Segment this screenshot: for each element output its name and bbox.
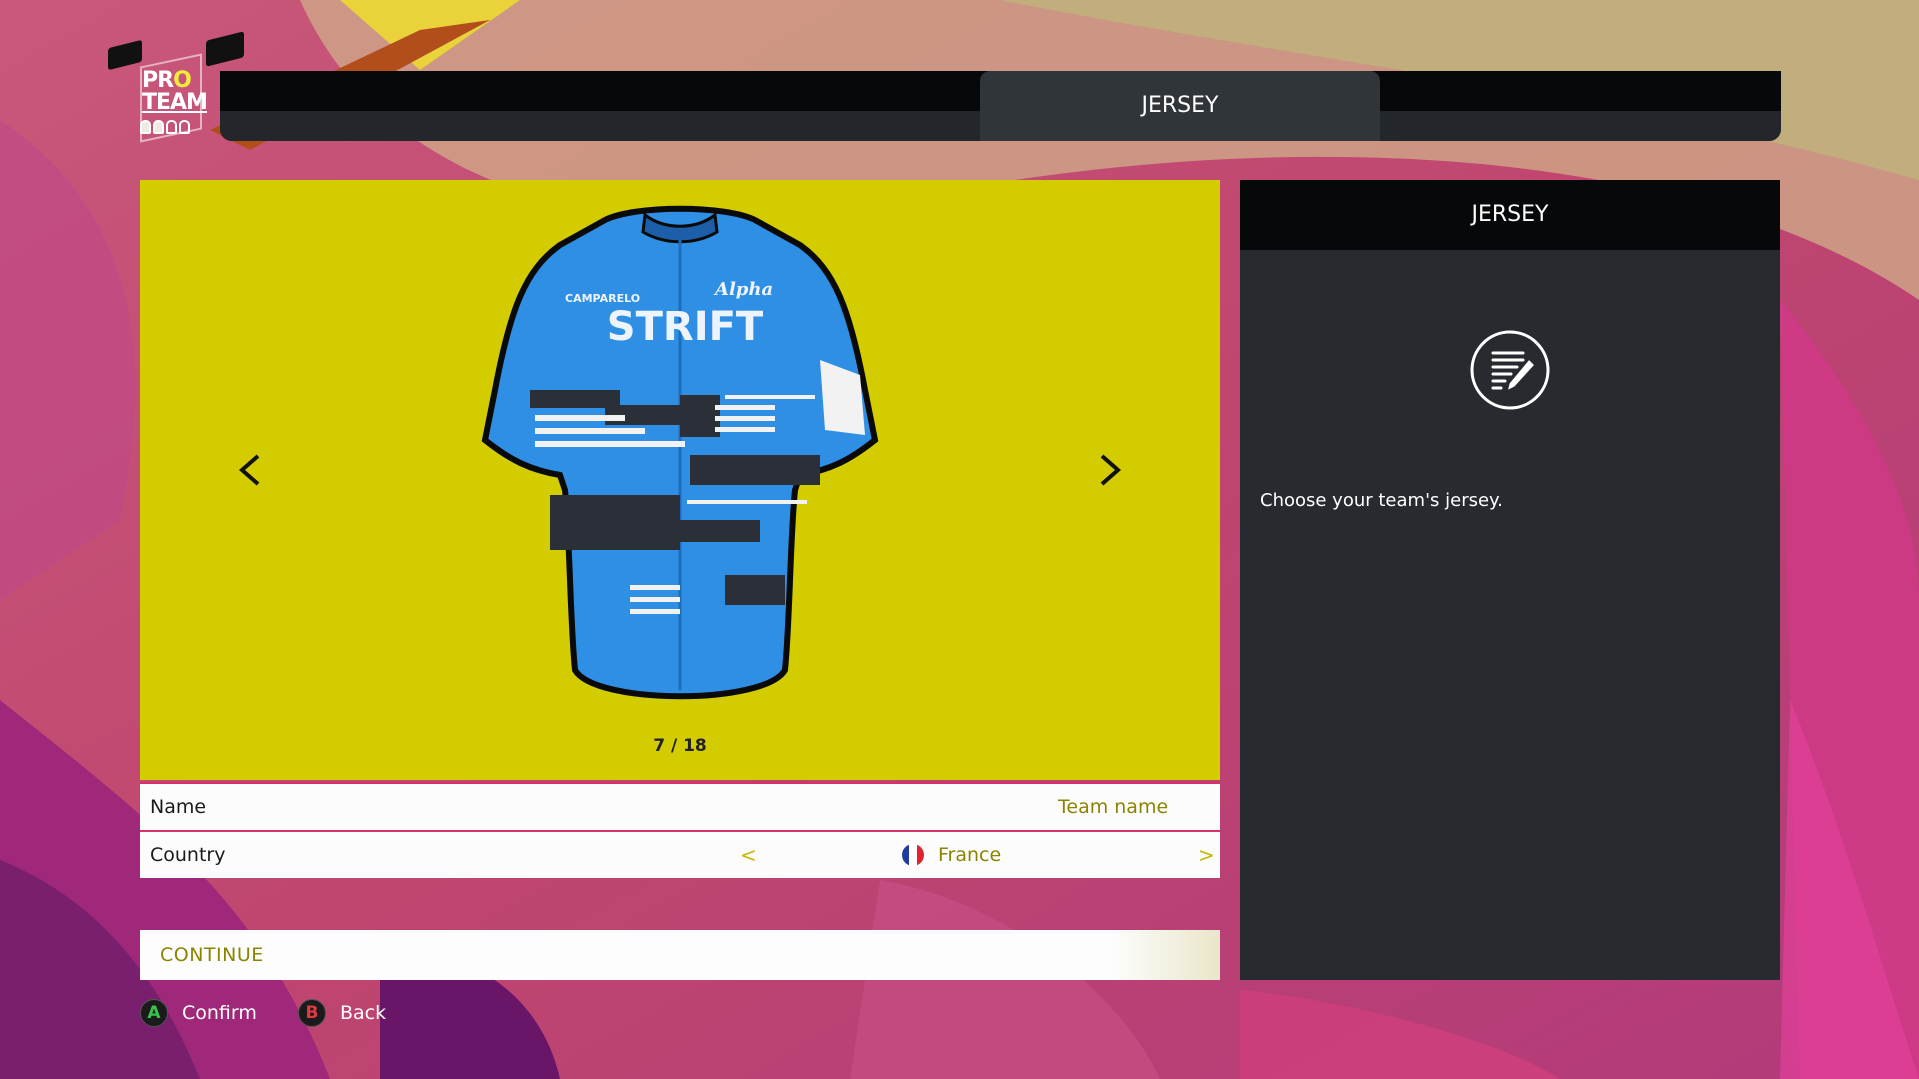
info-panel-description: Choose your team's jersey.: [1260, 490, 1503, 511]
chevron-left-icon: [238, 454, 260, 486]
country-value: France: [938, 844, 1002, 866]
prev-jersey-button[interactable]: [230, 440, 270, 500]
edit-document-icon: [1470, 330, 1550, 410]
team-name-field[interactable]: Team name: [1058, 784, 1168, 830]
country-row[interactable]: Country < France >: [140, 832, 1220, 878]
continue-button[interactable]: CONTINUE: [140, 930, 1220, 980]
team-name-label: Name: [150, 796, 207, 818]
country-next-arrow[interactable]: >: [1198, 832, 1215, 878]
back-label: Back: [340, 1002, 387, 1024]
b-button-icon: B: [298, 999, 326, 1027]
france-flag-icon: [902, 844, 924, 866]
info-panel: JERSEY Choose your team's jersey.: [1240, 180, 1780, 980]
svg-text:Alpha: Alpha: [713, 279, 773, 300]
next-jersey-button[interactable]: [1090, 440, 1130, 500]
country-label: Country: [150, 844, 226, 866]
jersey-image: STRIFT CAMPARELO Alpha: [481, 205, 879, 700]
team-name-row[interactable]: Name Team name: [140, 782, 1220, 832]
chevron-right-icon: [1100, 454, 1122, 486]
back-hint[interactable]: B Back: [298, 998, 386, 1028]
header-bar: JERSEY: [220, 71, 1781, 141]
info-panel-title: JERSEY: [1240, 180, 1780, 250]
confirm-hint[interactable]: A Confirm: [140, 998, 257, 1028]
confirm-label: Confirm: [182, 1002, 257, 1024]
country-prev-arrow[interactable]: <: [740, 832, 757, 878]
svg-text:STRIFT: STRIFT: [607, 304, 764, 350]
continue-label: CONTINUE: [160, 944, 264, 966]
a-button-icon: A: [140, 999, 168, 1027]
header-title: JERSEY: [980, 71, 1380, 141]
jersey-counter: 7 / 18: [653, 736, 707, 756]
svg-text:CAMPARELO: CAMPARELO: [565, 292, 640, 305]
